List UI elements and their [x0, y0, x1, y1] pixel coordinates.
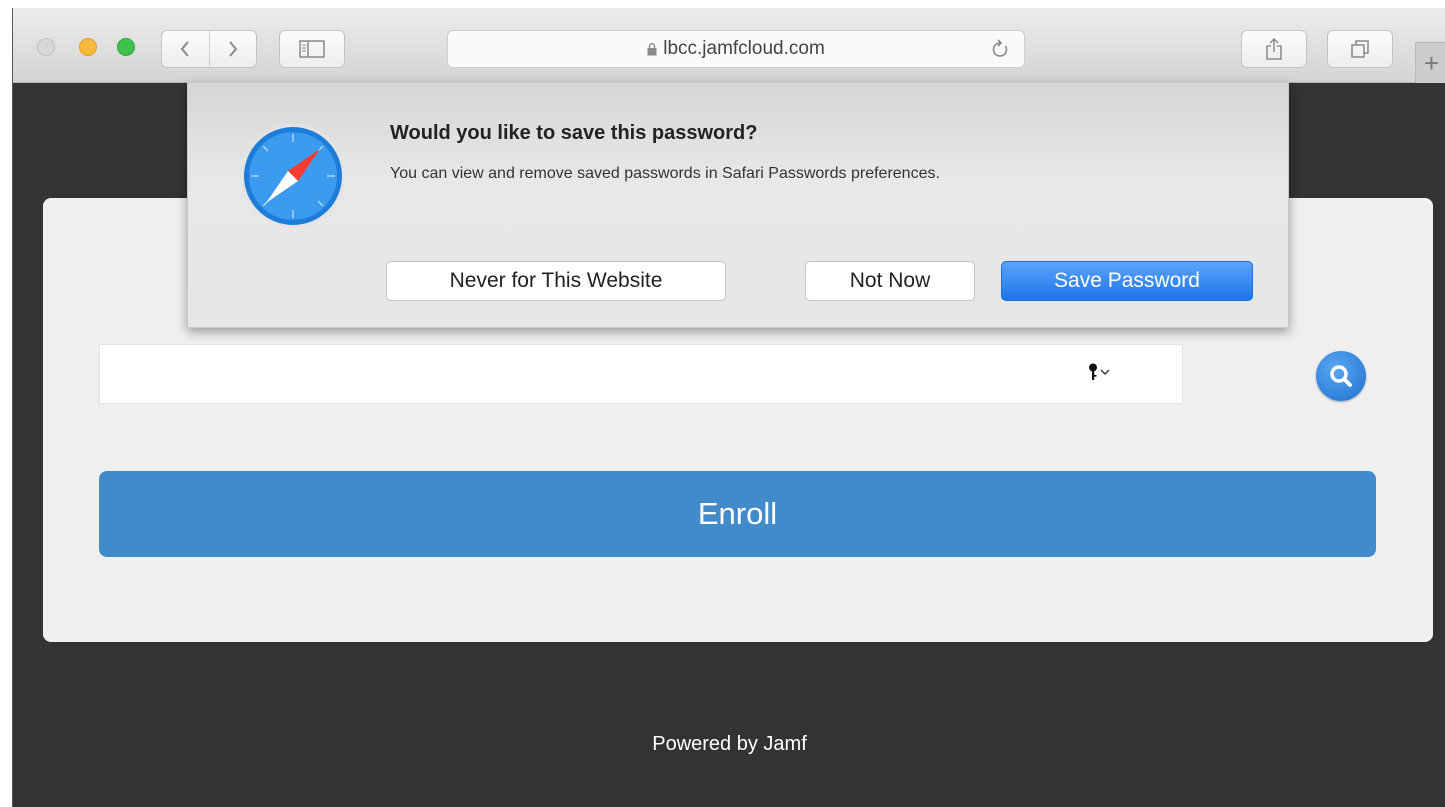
save-password-dialog: Would you like to save this password? Yo…: [187, 82, 1289, 328]
tabs-icon: [1351, 40, 1369, 58]
lock-icon: [647, 42, 657, 56]
reload-button[interactable]: [990, 38, 1010, 60]
enroll-button[interactable]: Enroll: [99, 471, 1376, 557]
zoom-window-button[interactable]: [117, 38, 135, 56]
sidebar-button[interactable]: [279, 30, 345, 68]
password-autofill-menu[interactable]: [1088, 363, 1110, 381]
not-now-button[interactable]: Not Now: [805, 261, 975, 301]
dialog-message: You can view and remove saved passwords …: [390, 165, 940, 182]
share-button[interactable]: [1241, 30, 1307, 68]
new-tab-button[interactable]: +: [1415, 42, 1445, 83]
share-icon: [1266, 37, 1282, 60]
show-tabs-button[interactable]: [1327, 30, 1393, 68]
navigation-buttons: [161, 30, 257, 68]
save-password-button[interactable]: Save Password: [1001, 261, 1253, 301]
close-window-button[interactable]: [37, 38, 55, 56]
back-button[interactable]: [162, 31, 209, 67]
plus-icon: +: [1423, 48, 1440, 78]
search-icon: [1330, 365, 1352, 387]
key-icon: [1089, 363, 1097, 380]
powered-by-text: Powered by Jamf: [652, 733, 807, 755]
browser-toolbar: lbcc.jamfcloud.com +: [13, 8, 1445, 83]
sidebar-icon: [299, 40, 325, 58]
address-bar[interactable]: lbcc.jamfcloud.com: [447, 30, 1025, 68]
search-button[interactable]: [1316, 351, 1366, 401]
forward-button[interactable]: [208, 31, 257, 67]
browser-window: lbcc.jamfcloud.com + Enroll Powered by J…: [12, 8, 1445, 807]
back-icon: [180, 41, 190, 57]
safari-icon: [241, 124, 345, 228]
chevron-down-icon: [1100, 369, 1110, 375]
password-field[interactable]: [99, 344, 1183, 404]
minimize-window-button[interactable]: [79, 38, 97, 56]
address-url: lbcc.jamfcloud.com: [663, 38, 825, 59]
never-for-this-website-button[interactable]: Never for This Website: [386, 261, 726, 301]
forward-icon: [228, 41, 238, 57]
dialog-title: Would you like to save this password?: [390, 122, 758, 144]
reload-icon: [992, 39, 1008, 57]
